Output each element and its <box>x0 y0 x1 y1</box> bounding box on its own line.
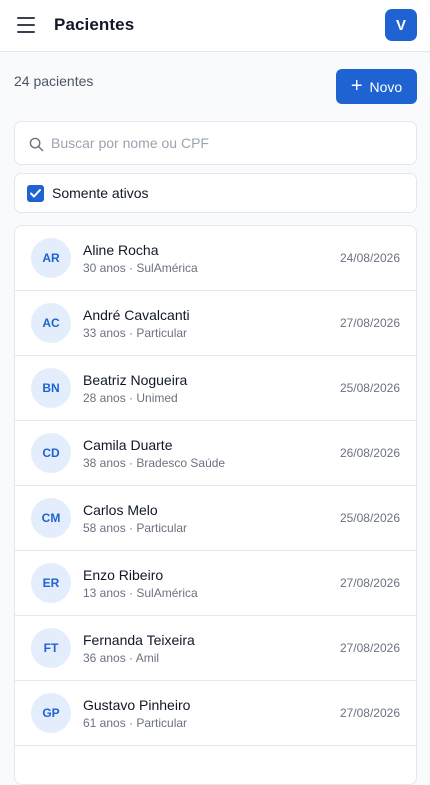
patient-name: Camila Duarte <box>83 437 173 453</box>
checkmark-icon <box>30 189 41 198</box>
patient-date: 25/08/2026 <box>339 381 400 395</box>
patient-meta: 13 anos · SulAmérica <box>83 586 198 600</box>
patient-meta: 33 anos · Particular <box>83 326 188 340</box>
plus-icon: + <box>350 74 363 97</box>
user-avatar-button[interactable]: V <box>385 9 417 41</box>
avatar: GP <box>31 693 71 733</box>
list-item[interactable]: AR Aline Rocha 30 anos · SulAmérica 24/0… <box>15 226 416 291</box>
patient-date: 25/08/2026 <box>339 511 400 525</box>
list-item[interactable]: BN Beatriz Nogueira 28 anos · Unimed 25/… <box>15 356 416 421</box>
patient-meta: 38 anos · Bradesco Saúde <box>83 456 226 470</box>
avatar: FT <box>31 628 71 668</box>
patient-date: 26/08/2026 <box>339 446 400 460</box>
avatar: CD <box>31 433 71 473</box>
list-item[interactable]: GP Gustavo Pinheiro 61 anos · Particular… <box>15 681 416 746</box>
active-only-checkbox[interactable] <box>27 185 44 202</box>
avatar: CM <box>31 498 71 538</box>
patient-list: AR Aline Rocha 30 anos · SulAmérica 24/0… <box>14 225 417 785</box>
patient-name: Beatriz Nogueira <box>83 372 188 388</box>
avatar: AR <box>31 238 71 278</box>
patient-name: Fernanda Teixeira <box>83 632 195 648</box>
patient-date: 27/08/2026 <box>339 706 400 720</box>
avatar: ER <box>31 563 71 603</box>
patient-name: Gustavo Pinheiro <box>83 697 191 713</box>
list-item[interactable]: FT Fernanda Teixeira 36 anos · Amil 27/0… <box>15 616 416 681</box>
patient-meta: 28 anos · Unimed <box>83 391 178 405</box>
search-icon <box>29 137 44 152</box>
search-box <box>14 121 417 165</box>
avatar: BN <box>31 368 71 408</box>
app-header: Pacientes V <box>0 0 430 52</box>
active-filter: Somente ativos <box>14 173 417 213</box>
patient-meta: 36 anos · Amil <box>83 651 160 665</box>
list-item[interactable]: CM Carlos Melo 58 anos · Particular 25/0… <box>15 486 416 551</box>
list-item[interactable] <box>15 746 416 784</box>
patient-name: André Cavalcanti <box>83 307 190 323</box>
new-patient-button[interactable]: + Novo <box>336 69 417 104</box>
patient-name: Enzo Ribeiro <box>83 567 164 583</box>
patient-name: Carlos Melo <box>83 502 158 518</box>
page-title: Pacientes <box>54 15 135 34</box>
patient-meta: 58 anos · Particular <box>83 521 188 535</box>
patient-date: 27/08/2026 <box>339 316 400 330</box>
search-input[interactable] <box>51 122 401 164</box>
avatar: AC <box>31 303 71 343</box>
patient-name: Aline Rocha <box>83 242 159 258</box>
menu-icon[interactable] <box>17 17 35 33</box>
list-item[interactable]: CD Camila Duarte 38 anos · Bradesco Saúd… <box>15 421 416 486</box>
patient-date: 24/08/2026 <box>339 251 400 265</box>
patient-date: 27/08/2026 <box>339 576 400 590</box>
list-item[interactable]: AC André Cavalcanti 33 anos · Particular… <box>15 291 416 356</box>
new-patient-label: Novo <box>369 78 403 95</box>
patient-date: 27/08/2026 <box>339 641 400 655</box>
list-item[interactable]: ER Enzo Ribeiro 13 anos · SulAmérica 27/… <box>15 551 416 616</box>
patient-meta: 61 anos · Particular <box>83 716 188 730</box>
patient-meta: 30 anos · SulAmérica <box>83 261 198 275</box>
active-only-label: Somente ativos <box>52 185 149 201</box>
patient-count: 24 pacientes <box>14 73 94 89</box>
